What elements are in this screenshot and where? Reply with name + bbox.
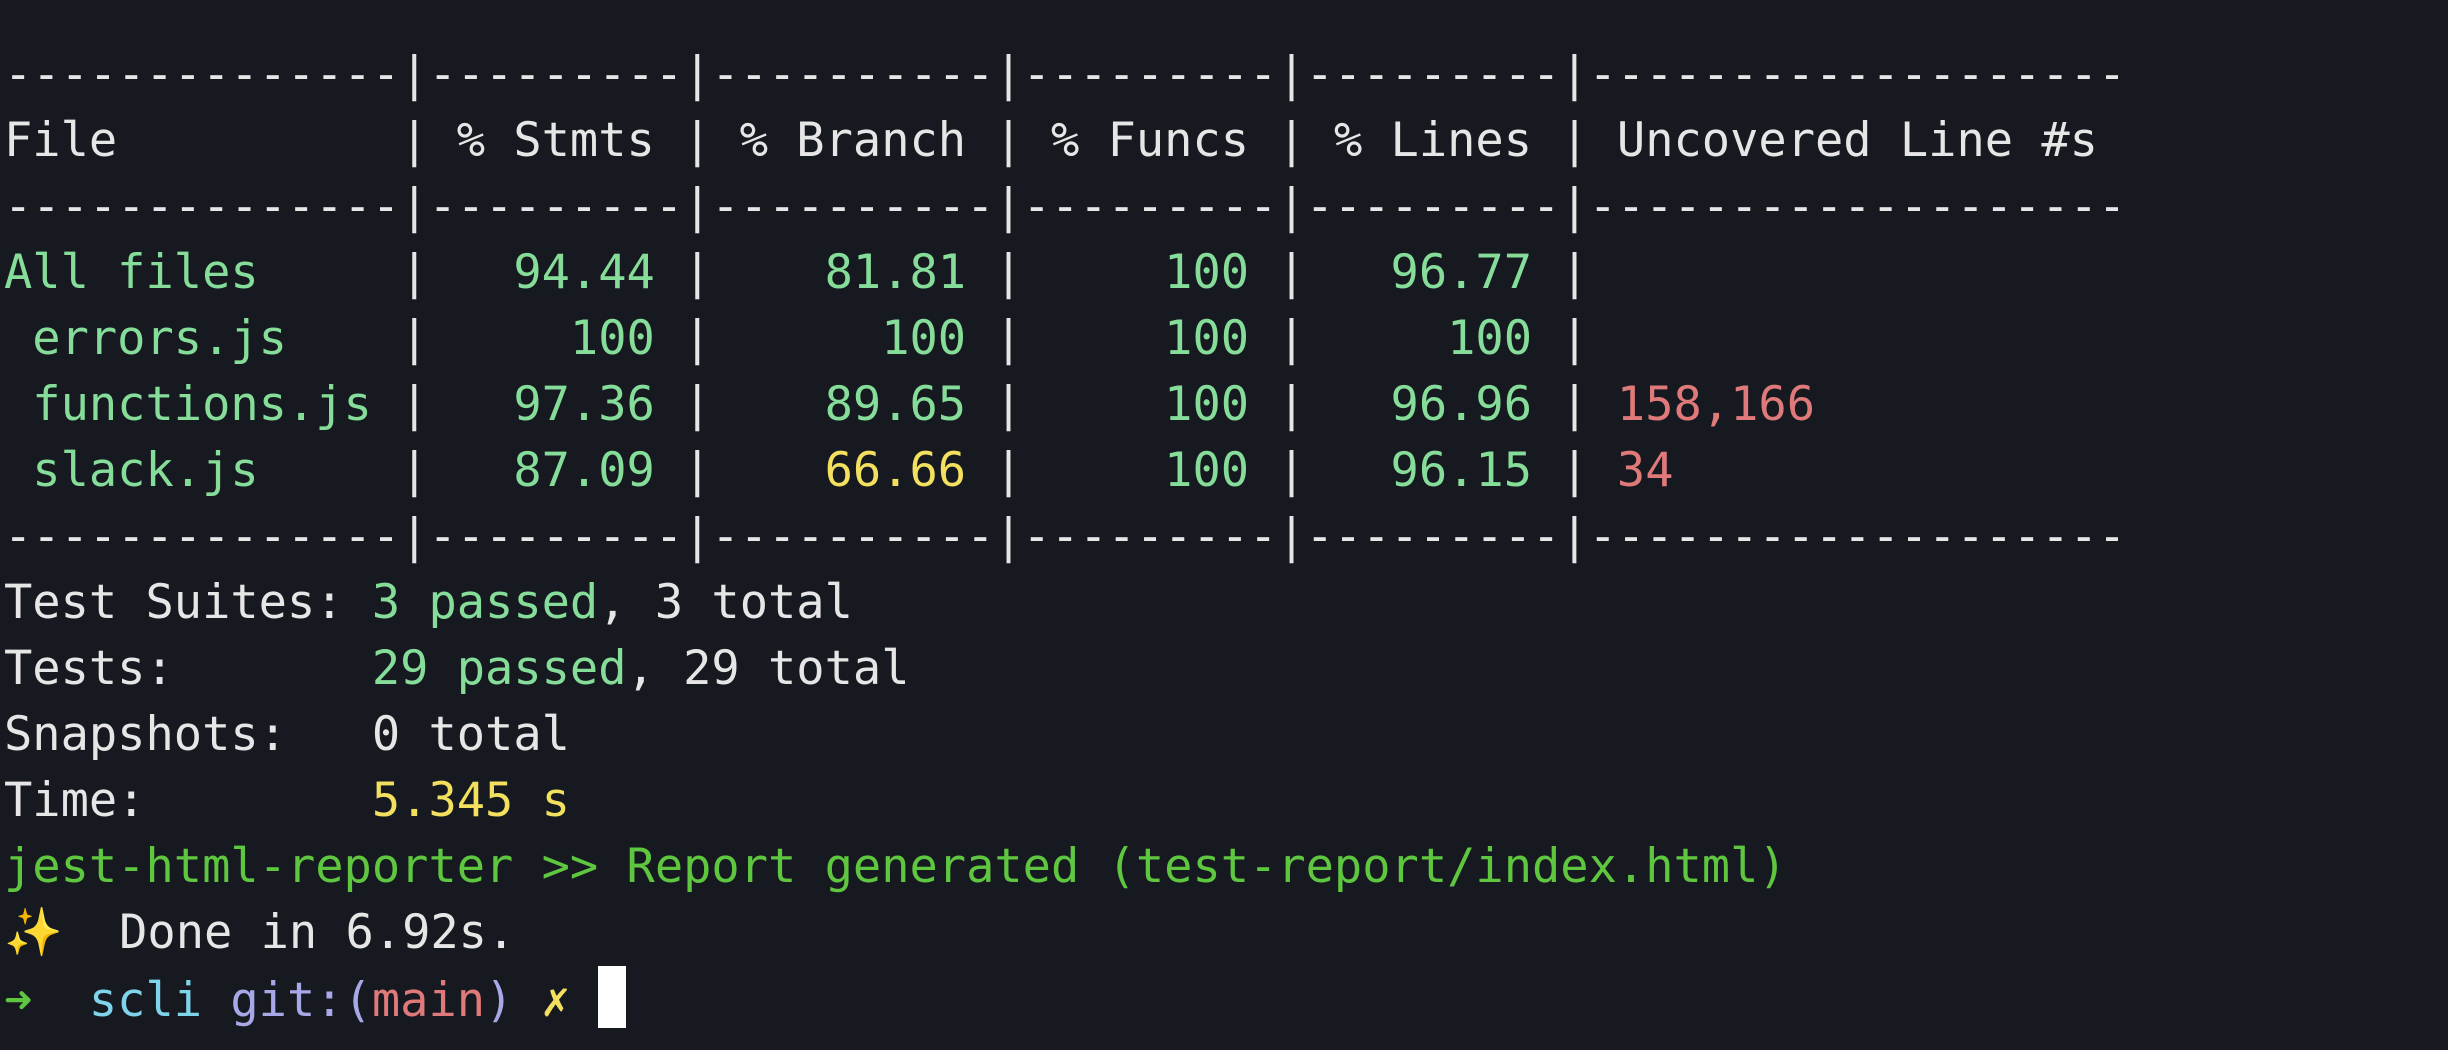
col-sep: |	[1532, 443, 1617, 498]
row-file: errors.js	[4, 311, 401, 366]
col-sep: |	[966, 311, 1051, 366]
col-sep: |	[1249, 245, 1334, 300]
prompt-dirty-icon: ✗	[541, 973, 570, 1028]
row-stmts: 100	[456, 311, 655, 366]
col-sep: |	[400, 245, 457, 300]
terminal-window[interactable]: --------------|---------|----------|----…	[0, 0, 2448, 1050]
summary-time: Time: 5.345 s	[4, 768, 2448, 834]
row-branch: 100	[739, 311, 967, 366]
col-sep: |	[654, 443, 740, 498]
table-row: errors.js | 100 | 100 | 100 | 100 |	[4, 306, 2448, 372]
col-sep: |	[400, 113, 457, 168]
header-funcs: % Funcs	[1050, 113, 1250, 168]
row-branch: 89.65	[739, 377, 967, 432]
header-stmts: % Stmts	[456, 113, 655, 168]
summary-total: 0 total	[371, 707, 570, 762]
summary-total: , 3 total	[598, 575, 853, 630]
table-row: All files | 94.44 | 81.81 | 100 | 96.77 …	[4, 240, 2448, 306]
row-lines: 100	[1333, 311, 1533, 366]
row-uncovered: 34	[1616, 443, 1674, 498]
done-text: Done in 6.92s.	[62, 905, 516, 960]
row-stmts: 94.44	[456, 245, 655, 300]
col-sep: |	[1249, 443, 1334, 498]
col-sep: |	[1249, 311, 1334, 366]
col-sep: |	[966, 245, 1051, 300]
col-sep: |	[1249, 113, 1334, 168]
row-funcs: 100	[1050, 245, 1250, 300]
row-funcs: 100	[1050, 311, 1250, 366]
summary-test-suites: Test Suites: 3 passed, 3 total	[4, 570, 2448, 636]
row-funcs: 100	[1050, 443, 1250, 498]
col-sep: |	[966, 113, 1051, 168]
row-branch: 81.81	[739, 245, 967, 300]
col-sep: |	[1249, 377, 1334, 432]
reporter-message: jest-html-reporter >> Report generated (…	[4, 839, 1787, 894]
prompt-git-close: )	[485, 973, 514, 1028]
done-message: ✨ Done in 6.92s.	[4, 900, 2448, 966]
shell-prompt[interactable]: ➜ scli git:(main) ✗	[4, 966, 2448, 1032]
prompt-directory: scli	[88, 973, 203, 1028]
col-sep: |	[1532, 113, 1617, 168]
row-funcs: 100	[1050, 377, 1250, 432]
col-sep: |	[1532, 311, 1617, 366]
row-lines: 96.96	[1333, 377, 1533, 432]
col-sep: |	[966, 443, 1051, 498]
summary-label: Test Suites:	[4, 575, 372, 630]
row-file: functions.js	[4, 377, 401, 432]
summary-total: , 29 total	[626, 641, 910, 696]
row-file: slack.js	[4, 443, 401, 498]
col-sep: |	[400, 443, 457, 498]
summary-passed: 3 passed	[371, 575, 599, 630]
table-row: functions.js | 97.36 | 89.65 | 100 | 96.…	[4, 372, 2448, 438]
header-uncovered: Uncovered Line #s	[1616, 113, 2098, 168]
header-file: File	[4, 113, 401, 168]
col-sep: |	[400, 311, 457, 366]
summary-tests: Tests: 29 passed, 29 total	[4, 636, 2448, 702]
sparkles-icon: ✨	[4, 905, 63, 960]
summary-time-value: 5.345 s	[371, 773, 570, 828]
prompt-git-branch: main	[371, 973, 486, 1028]
col-sep: |	[654, 311, 740, 366]
col-sep: |	[1532, 245, 1617, 300]
col-sep: |	[400, 377, 457, 432]
col-sep: |	[654, 245, 740, 300]
prompt-arrow-icon: ➜	[4, 973, 33, 1028]
prompt-git-label: git:(	[230, 973, 372, 1028]
row-stmts: 87.09	[456, 443, 655, 498]
table-separator-top: --------------|---------|----------|----…	[4, 47, 2127, 102]
header-lines: % Lines	[1333, 113, 1533, 168]
col-sep: |	[1532, 377, 1617, 432]
col-sep: |	[966, 377, 1051, 432]
summary-passed: 29 passed	[371, 641, 627, 696]
summary-label: Time:	[4, 773, 372, 828]
table-header-row: File | % Stmts | % Branch | % Funcs | % …	[4, 108, 2448, 174]
summary-snapshots: Snapshots: 0 total	[4, 702, 2448, 768]
row-file: All files	[4, 245, 401, 300]
row-stmts: 97.36	[456, 377, 655, 432]
summary-label: Tests:	[4, 641, 372, 696]
col-sep: |	[654, 113, 740, 168]
table-separator-bottom: --------------|---------|----------|----…	[4, 509, 2127, 564]
row-branch: 66.66	[739, 443, 967, 498]
row-uncovered: 158,166	[1616, 377, 1815, 432]
table-row: slack.js | 87.09 | 66.66 | 100 | 96.15 |…	[4, 438, 2448, 504]
text-cursor[interactable]	[598, 966, 627, 1028]
row-lines: 96.77	[1333, 245, 1533, 300]
summary-label: Snapshots:	[4, 707, 372, 762]
col-sep: |	[654, 377, 740, 432]
header-branch: % Branch	[739, 113, 967, 168]
table-separator-mid: --------------|---------|----------|----…	[4, 179, 2127, 234]
row-lines: 96.15	[1333, 443, 1533, 498]
